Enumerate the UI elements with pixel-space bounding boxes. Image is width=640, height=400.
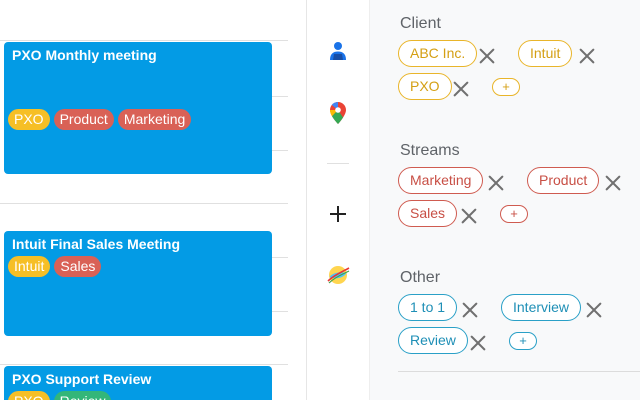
chip-intuit[interactable]: Intuit [518, 40, 573, 67]
contacts-icon[interactable] [327, 40, 349, 62]
remove-chip-marketing-icon[interactable] [487, 174, 505, 192]
event-tag: Intuit [8, 256, 51, 277]
hour-gridline [272, 311, 288, 312]
maps-pin-icon[interactable] [327, 102, 349, 124]
add-icon[interactable] [327, 203, 349, 225]
side-panel-rail [306, 0, 369, 400]
calendar-event[interactable]: Intuit Final Sales Meeting Intuit Sales [4, 231, 272, 336]
event-tags: PXO Product Marketing [8, 109, 192, 130]
chip-sales[interactable]: Sales [398, 200, 458, 227]
event-tag: Review [53, 391, 112, 400]
app-root: PXO Monthly meeting PXO Product Marketin… [0, 0, 640, 400]
chip-abc-inc[interactable]: ABC Inc. [398, 40, 478, 67]
remove-chip-intuit-icon[interactable] [578, 47, 596, 65]
remove-chip-pxo-icon[interactable] [452, 80, 470, 98]
event-tag: PXO [8, 109, 50, 130]
event-title: PXO Support Review [12, 371, 152, 387]
event-tag: PXO [8, 391, 50, 400]
hour-gridline [272, 150, 288, 151]
add-stream-button[interactable]: + [500, 205, 528, 223]
section-title-client: Client [400, 15, 441, 32]
event-tag: Sales [54, 256, 102, 277]
remove-chip-1-to-1-icon[interactable] [461, 301, 479, 319]
calendar-event[interactable]: PXO Support Review PXO Review [4, 366, 272, 400]
section-title-streams: Streams [400, 142, 460, 159]
chip-interview[interactable]: Interview [501, 294, 582, 321]
section-title-other: Other [400, 269, 441, 286]
add-client-button[interactable]: + [492, 78, 520, 96]
event-tags: Intuit Sales [8, 256, 102, 277]
event-title: Intuit Final Sales Meeting [12, 236, 181, 252]
chip-1-to-1[interactable]: 1 to 1 [398, 294, 458, 321]
remove-chip-review-icon[interactable] [469, 334, 487, 352]
remove-chip-abc-inc-icon[interactable] [478, 47, 496, 65]
event-title: PXO Monthly meeting [12, 47, 157, 63]
chip-product[interactable]: Product [527, 167, 600, 194]
event-tag: Marketing [117, 109, 192, 130]
remove-chip-product-icon[interactable] [604, 174, 622, 192]
chip-marketing[interactable]: Marketing [398, 167, 484, 194]
addon-icon[interactable] [325, 262, 351, 288]
hour-gridline [0, 203, 288, 204]
chip-review[interactable]: Review [398, 327, 468, 354]
event-tag: Product [53, 109, 114, 130]
tags-panel: Client ABC Inc. Intuit PXO + Streams Mar… [369, 0, 640, 400]
panel-divider [398, 371, 640, 372]
add-other-button[interactable]: + [509, 332, 537, 350]
hour-gridline [272, 257, 288, 258]
rail-divider [327, 163, 349, 164]
chip-pxo[interactable]: PXO [398, 73, 452, 100]
hour-gridline [0, 364, 288, 365]
remove-chip-sales-icon[interactable] [460, 207, 478, 225]
calendar-day-column: PXO Monthly meeting PXO Product Marketin… [0, 0, 288, 400]
hour-gridline [0, 40, 288, 41]
event-tags: PXO Review [8, 391, 112, 400]
hour-gridline [272, 96, 288, 97]
calendar-event[interactable]: PXO Monthly meeting PXO Product Marketin… [4, 42, 272, 174]
remove-chip-interview-icon[interactable] [585, 301, 603, 319]
